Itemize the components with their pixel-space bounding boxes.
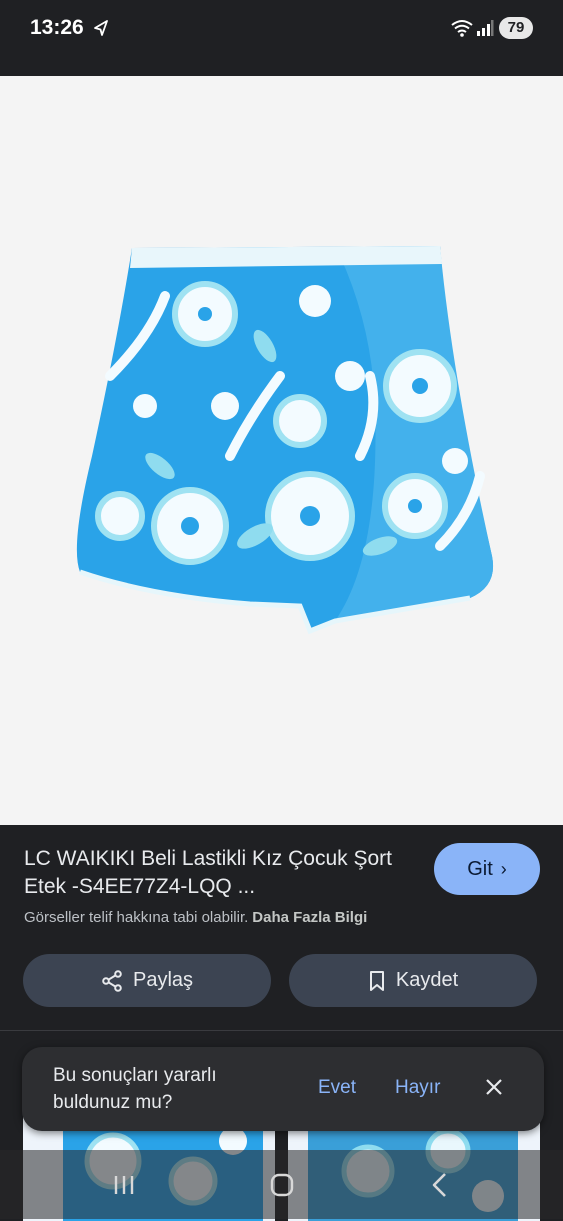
share-label: Paylaş (132, 969, 194, 991)
recent-apps-icon[interactable] (112, 1174, 136, 1201)
go-button[interactable]: Git › (434, 843, 540, 895)
save-label: Kaydet (395, 969, 459, 991)
back-icon[interactable] (430, 1172, 450, 1203)
feedback-toast: Bu sonuçları yararlı buldunuz mu? Evet H… (22, 1047, 544, 1131)
share-icon (102, 969, 122, 992)
product-image[interactable] (0, 76, 563, 877)
status-bar: 13:26 79 (0, 0, 563, 60)
skort-illustration (76, 246, 494, 635)
close-icon[interactable] (484, 1077, 504, 1102)
wifi-icon (450, 18, 474, 43)
home-icon[interactable] (270, 1173, 294, 1202)
status-time: 13:26 (30, 16, 84, 39)
navigation-arrow-icon (92, 19, 110, 42)
save-button[interactable]: Kaydet (289, 954, 537, 1007)
battery-indicator: 79 (499, 17, 533, 39)
feedback-yes-button[interactable]: Evet (318, 1077, 356, 1099)
product-title[interactable]: LC WAIKIKI Beli Lastikli Kız Çocuk Şort … (24, 845, 424, 901)
copyright-notice: Görseller telif hakkına tabi olabilir. Da… (24, 909, 367, 926)
feedback-no-button[interactable]: Hayır (395, 1077, 440, 1099)
go-button-label: Git (467, 858, 493, 880)
share-button[interactable]: Paylaş (23, 954, 271, 1007)
chevron-right-icon: › (500, 859, 507, 879)
feedback-question: Bu sonuçları yararlı buldunuz mu? (53, 1065, 217, 1113)
bookmark-icon (369, 970, 384, 991)
copyright-text: Görseller telif hakkına tabi olabilir. (24, 909, 249, 926)
divider (0, 1030, 563, 1031)
more-info-link[interactable]: Daha Fazla Bilgi (252, 909, 367, 926)
signal-icon (476, 20, 494, 41)
system-navigation-bar (0, 1150, 563, 1219)
